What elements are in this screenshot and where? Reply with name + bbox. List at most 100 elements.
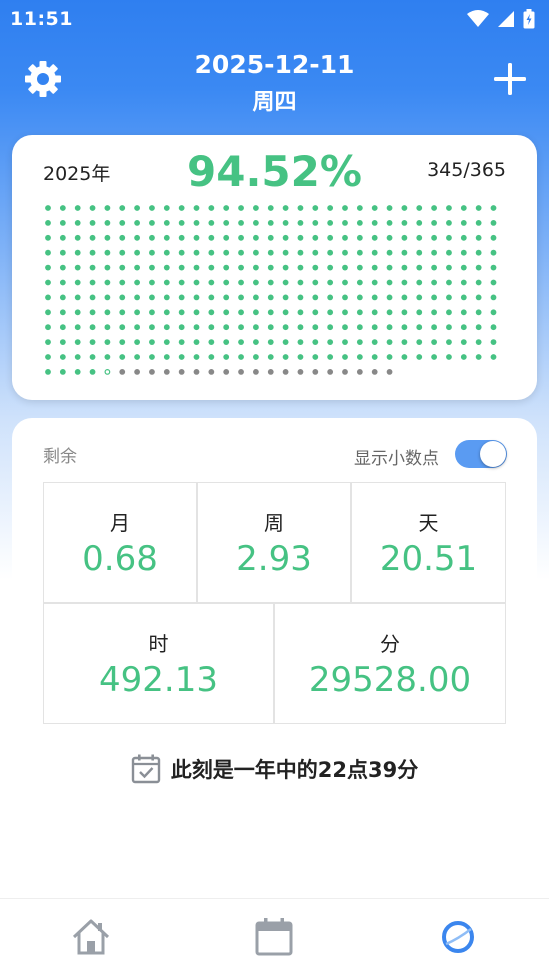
day-dot xyxy=(267,354,274,360)
status-time: 11:51 xyxy=(10,8,73,30)
day-dot xyxy=(386,354,393,360)
day-dot xyxy=(59,339,66,345)
day-dot xyxy=(149,279,155,286)
plus-icon[interactable] xyxy=(493,62,527,96)
decimal-toggle-label: 显示小数点 xyxy=(354,449,439,469)
day-dot xyxy=(59,205,66,211)
day-dot xyxy=(193,339,200,345)
day-dot xyxy=(149,354,155,360)
day-dot xyxy=(327,354,334,360)
day-dot xyxy=(386,264,393,271)
day-dot xyxy=(74,369,81,375)
day-dot xyxy=(297,339,304,345)
day-dot xyxy=(446,294,452,301)
day-dot xyxy=(460,309,467,316)
day-dot xyxy=(460,264,467,271)
day-dot xyxy=(208,249,215,256)
day-dot xyxy=(446,339,452,345)
box-unit: 时 xyxy=(148,632,169,656)
day-dot xyxy=(45,339,51,345)
remaining-day-box: 天 20.51 xyxy=(351,482,506,603)
day-dot xyxy=(119,339,126,345)
day-dot xyxy=(446,279,452,286)
day-dot xyxy=(193,279,200,286)
day-dot xyxy=(342,264,348,271)
day-dot xyxy=(178,309,185,316)
day-dot xyxy=(193,264,200,271)
day-dot xyxy=(208,324,215,331)
day-dot xyxy=(74,220,81,226)
day-dot xyxy=(401,324,408,331)
day-dot xyxy=(475,249,482,256)
day-dot xyxy=(431,339,437,345)
day-dot xyxy=(431,309,437,316)
day-dot xyxy=(45,205,51,211)
day-dot xyxy=(312,294,319,301)
day-dot xyxy=(267,324,274,331)
day-dot xyxy=(312,220,319,226)
day-dot xyxy=(386,220,393,226)
day-dot xyxy=(460,324,467,331)
day-dot xyxy=(208,369,215,375)
remaining-hour-box: 时 492.13 xyxy=(43,603,274,724)
day-dot xyxy=(238,324,244,331)
day-dot xyxy=(119,234,126,241)
day-dot xyxy=(342,324,348,331)
day-dot xyxy=(460,294,467,301)
nav-calendar[interactable] xyxy=(252,915,296,959)
day-dot xyxy=(356,264,363,271)
day-dot xyxy=(45,220,51,226)
day-dot xyxy=(475,279,482,286)
day-dot xyxy=(104,279,111,286)
day-dot xyxy=(59,249,66,256)
day-dot xyxy=(327,294,334,301)
day-dot xyxy=(312,369,319,375)
day-dot xyxy=(490,324,497,331)
day-dot xyxy=(149,369,155,375)
day-dot xyxy=(238,369,244,375)
day-dot xyxy=(431,205,437,211)
day-dot xyxy=(134,294,140,301)
day-dot xyxy=(312,354,319,360)
day-dot xyxy=(327,339,334,345)
day-dot xyxy=(431,279,437,286)
decimal-toggle[interactable] xyxy=(455,440,507,468)
day-dot xyxy=(163,279,170,286)
day-dot xyxy=(104,205,111,211)
day-dot xyxy=(401,205,408,211)
day-dot xyxy=(386,279,393,286)
day-dot xyxy=(371,205,378,211)
day-dot xyxy=(267,220,274,226)
day-dot xyxy=(149,309,155,316)
day-dot xyxy=(208,264,215,271)
day-dot xyxy=(178,294,185,301)
day-dot xyxy=(356,279,363,286)
day-dot xyxy=(297,354,304,360)
nav-progress[interactable] xyxy=(436,915,480,959)
circle-icon xyxy=(442,921,474,953)
day-dot xyxy=(89,279,96,286)
nav-home[interactable] xyxy=(69,915,113,959)
day-dot xyxy=(45,249,51,256)
day-dot xyxy=(327,234,334,241)
day-dot xyxy=(371,264,378,271)
day-dot xyxy=(149,294,155,301)
moment-text: 此刻是一年中的22点39分 xyxy=(170,758,419,782)
day-dot xyxy=(460,249,467,256)
day-dot xyxy=(193,309,200,316)
day-dot xyxy=(253,324,259,331)
day-dot xyxy=(134,264,140,271)
day-dot xyxy=(371,279,378,286)
day-dot xyxy=(401,294,408,301)
day-dot xyxy=(446,324,452,331)
day-dot xyxy=(89,220,96,226)
day-dot xyxy=(89,234,96,241)
day-dot xyxy=(416,309,423,316)
day-dot xyxy=(327,309,334,316)
day-dot xyxy=(193,205,200,211)
day-dot xyxy=(475,234,482,241)
day-dot xyxy=(238,249,244,256)
day-dot xyxy=(386,369,393,375)
day-dot xyxy=(223,234,230,241)
day-dot xyxy=(223,249,230,256)
